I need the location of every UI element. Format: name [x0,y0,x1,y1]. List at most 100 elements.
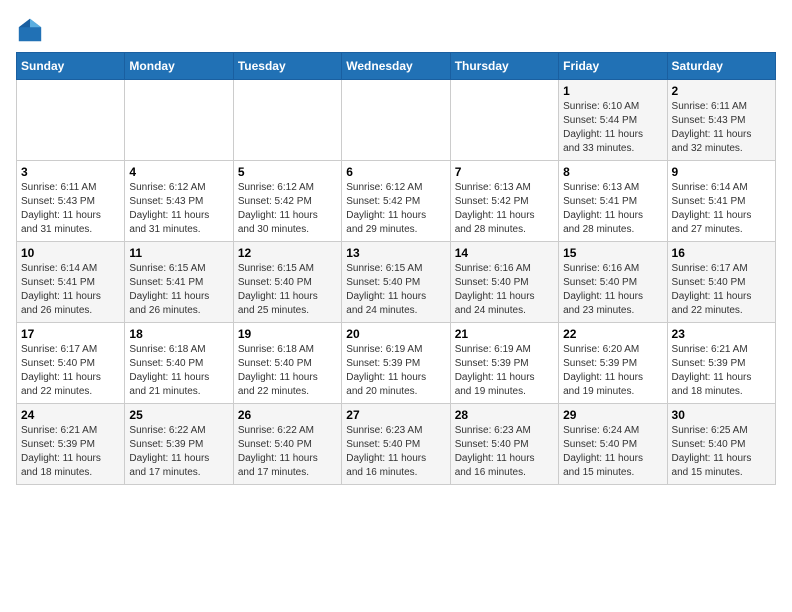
day-number: 16 [672,246,771,260]
day-number: 9 [672,165,771,179]
calendar-cell [450,80,558,161]
day-info: Sunrise: 6:22 AM Sunset: 5:40 PM Dayligh… [238,424,337,480]
day-info: Sunrise: 6:12 AM Sunset: 5:42 PM Dayligh… [346,181,445,237]
day-number: 14 [455,246,554,260]
day-info: Sunrise: 6:18 AM Sunset: 5:40 PM Dayligh… [238,343,337,399]
logo-icon [16,16,44,44]
day-number: 23 [672,327,771,341]
day-info: Sunrise: 6:14 AM Sunset: 5:41 PM Dayligh… [21,262,120,318]
calendar-cell: 24Sunrise: 6:21 AM Sunset: 5:39 PM Dayli… [17,404,125,485]
calendar-cell: 20 Sunrise: 6:19 AM Sunset: 5:39 PM Dayli… [342,323,450,404]
calendar-cell: 30 Sunrise: 6:25 AM Sunset: 5:40 PM Dayli… [667,404,775,485]
calendar-cell: 2 Sunrise: 6:11 AM Sunset: 5:43 PM Daylig… [667,80,775,161]
day-number: 22 [563,327,662,341]
day-info: Sunrise: 6:10 AM Sunset: 5:44 PM Dayligh… [563,100,662,156]
calendar-cell: 13 Sunrise: 6:15 AM Sunset: 5:40 PM Dayli… [342,242,450,323]
day-number: 12 [238,246,337,260]
day-info: Sunrise: 6:16 AM Sunset: 5:40 PM Dayligh… [455,262,554,318]
day-number: 7 [455,165,554,179]
day-number: 8 [563,165,662,179]
day-info: Sunrise: 6:23 AM Sunset: 5:40 PM Dayligh… [455,424,554,480]
calendar-cell: 6Sunrise: 6:12 AM Sunset: 5:42 PM Daylig… [342,161,450,242]
calendar-table: SundayMondayTuesdayWednesdayThursdayFrid… [16,52,776,485]
day-info: Sunrise: 6:14 AM Sunset: 5:41 PM Dayligh… [672,181,771,237]
day-info: Sunrise: 6:12 AM Sunset: 5:43 PM Dayligh… [129,181,228,237]
day-of-week-header: Thursday [450,53,558,80]
calendar-cell: 1Sunrise: 6:10 AM Sunset: 5:44 PM Daylig… [559,80,667,161]
day-info: Sunrise: 6:15 AM Sunset: 5:40 PM Dayligh… [238,262,337,318]
day-info: Sunrise: 6:22 AM Sunset: 5:39 PM Dayligh… [129,424,228,480]
day-of-week-header: Friday [559,53,667,80]
day-info: Sunrise: 6:15 AM Sunset: 5:40 PM Dayligh… [346,262,445,318]
calendar-cell: 11 Sunrise: 6:15 AM Sunset: 5:41 PM Dayli… [125,242,233,323]
calendar-cell: 9 Sunrise: 6:14 AM Sunset: 5:41 PM Daylig… [667,161,775,242]
day-info: Sunrise: 6:13 AM Sunset: 5:42 PM Dayligh… [455,181,554,237]
calendar-cell [233,80,341,161]
day-number: 11 [129,246,228,260]
day-info: Sunrise: 6:18 AM Sunset: 5:40 PM Dayligh… [129,343,228,399]
day-of-week-header: Wednesday [342,53,450,80]
calendar-cell: 18Sunrise: 6:18 AM Sunset: 5:40 PM Dayli… [125,323,233,404]
day-number: 30 [672,408,771,422]
day-number: 17 [21,327,120,341]
day-number: 13 [346,246,445,260]
calendar-cell [342,80,450,161]
day-number: 3 [21,165,120,179]
calendar-cell: 29Sunrise: 6:24 AM Sunset: 5:40 PM Dayli… [559,404,667,485]
day-of-week-header: Monday [125,53,233,80]
day-number: 28 [455,408,554,422]
day-number: 26 [238,408,337,422]
day-info: Sunrise: 6:19 AM Sunset: 5:39 PM Dayligh… [455,343,554,399]
day-number: 15 [563,246,662,260]
calendar-cell [125,80,233,161]
day-of-week-header: Sunday [17,53,125,80]
day-info: Sunrise: 6:25 AM Sunset: 5:40 PM Dayligh… [672,424,771,480]
calendar-cell: 5Sunrise: 6:12 AM Sunset: 5:42 PM Daylig… [233,161,341,242]
day-info: Sunrise: 6:11 AM Sunset: 5:43 PM Dayligh… [672,100,771,156]
day-info: Sunrise: 6:17 AM Sunset: 5:40 PM Dayligh… [21,343,120,399]
day-of-week-header: Tuesday [233,53,341,80]
day-info: Sunrise: 6:20 AM Sunset: 5:39 PM Dayligh… [563,343,662,399]
calendar-cell: 22 Sunrise: 6:20 AM Sunset: 5:39 PM Dayli… [559,323,667,404]
day-number: 10 [21,246,120,260]
page-header [16,16,776,44]
calendar-cell: 10 Sunrise: 6:14 AM Sunset: 5:41 PM Dayli… [17,242,125,323]
calendar-header-row: SundayMondayTuesdayWednesdayThursdayFrid… [17,53,776,80]
day-number: 2 [672,84,771,98]
calendar-week-row: 1Sunrise: 6:10 AM Sunset: 5:44 PM Daylig… [17,80,776,161]
calendar-week-row: 3 Sunrise: 6:11 AM Sunset: 5:43 PM Daylig… [17,161,776,242]
calendar-cell: 3 Sunrise: 6:11 AM Sunset: 5:43 PM Daylig… [17,161,125,242]
day-of-week-header: Saturday [667,53,775,80]
day-info: Sunrise: 6:11 AM Sunset: 5:43 PM Dayligh… [21,181,120,237]
day-number: 27 [346,408,445,422]
day-info: Sunrise: 6:21 AM Sunset: 5:39 PM Dayligh… [21,424,120,480]
calendar-cell: 14 Sunrise: 6:16 AM Sunset: 5:40 PM Dayli… [450,242,558,323]
day-info: Sunrise: 6:16 AM Sunset: 5:40 PM Dayligh… [563,262,662,318]
calendar-cell: 8 Sunrise: 6:13 AM Sunset: 5:41 PM Daylig… [559,161,667,242]
logo [16,16,48,44]
calendar-cell: 25 Sunrise: 6:22 AM Sunset: 5:39 PM Dayli… [125,404,233,485]
day-info: Sunrise: 6:24 AM Sunset: 5:40 PM Dayligh… [563,424,662,480]
calendar-cell: 12 Sunrise: 6:15 AM Sunset: 5:40 PM Dayli… [233,242,341,323]
calendar-cell: 28 Sunrise: 6:23 AM Sunset: 5:40 PM Dayli… [450,404,558,485]
calendar-cell: 17 Sunrise: 6:17 AM Sunset: 5:40 PM Dayli… [17,323,125,404]
day-number: 25 [129,408,228,422]
day-info: Sunrise: 6:15 AM Sunset: 5:41 PM Dayligh… [129,262,228,318]
day-number: 19 [238,327,337,341]
day-info: Sunrise: 6:12 AM Sunset: 5:42 PM Dayligh… [238,181,337,237]
day-number: 20 [346,327,445,341]
day-info: Sunrise: 6:13 AM Sunset: 5:41 PM Dayligh… [563,181,662,237]
day-info: Sunrise: 6:23 AM Sunset: 5:40 PM Dayligh… [346,424,445,480]
day-info: Sunrise: 6:21 AM Sunset: 5:39 PM Dayligh… [672,343,771,399]
calendar-cell: 16Sunrise: 6:17 AM Sunset: 5:40 PM Dayli… [667,242,775,323]
calendar-cell: 7 Sunrise: 6:13 AM Sunset: 5:42 PM Daylig… [450,161,558,242]
calendar-cell: 19 Sunrise: 6:18 AM Sunset: 5:40 PM Dayli… [233,323,341,404]
calendar-cell [17,80,125,161]
day-number: 21 [455,327,554,341]
calendar-cell: 27 Sunrise: 6:23 AM Sunset: 5:40 PM Dayli… [342,404,450,485]
calendar-cell: 21 Sunrise: 6:19 AM Sunset: 5:39 PM Dayli… [450,323,558,404]
calendar-cell: 23 Sunrise: 6:21 AM Sunset: 5:39 PM Dayli… [667,323,775,404]
day-info: Sunrise: 6:19 AM Sunset: 5:39 PM Dayligh… [346,343,445,399]
calendar-week-row: 10 Sunrise: 6:14 AM Sunset: 5:41 PM Dayli… [17,242,776,323]
calendar-cell: 4Sunrise: 6:12 AM Sunset: 5:43 PM Daylig… [125,161,233,242]
